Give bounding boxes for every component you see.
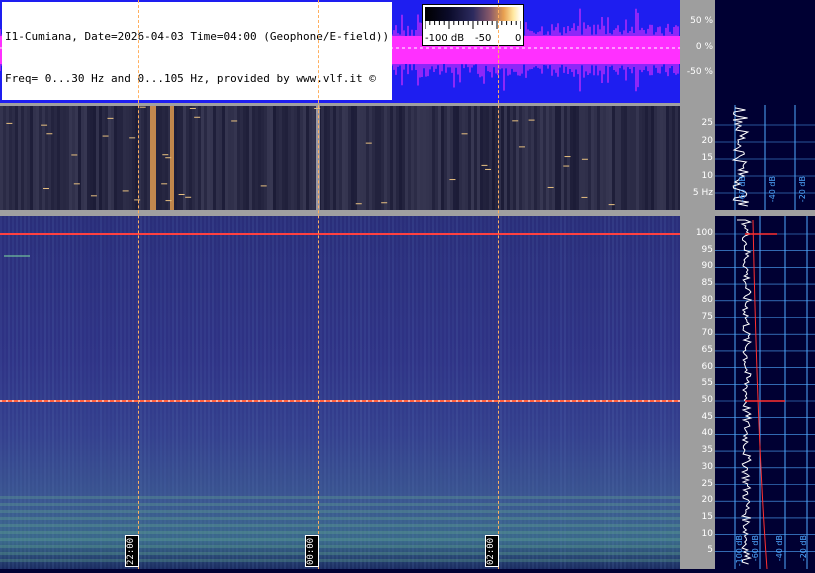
colorbar-gradient [425,7,521,21]
lower-freq-tick: 75 [701,311,713,322]
spectrogram-upper-image [0,106,680,210]
db-scale-label: -40 dB [768,176,777,203]
lower-freq-tick: 65 [701,344,713,355]
lower-freq-tick: 85 [701,278,713,289]
title-line-2: Freq= 0...30 Hz and 0...105 Hz, provided… [5,72,376,85]
time-marker-line [318,0,319,569]
waveform-tick-label: -50 % [686,67,713,77]
spectrum-profile-plot [715,105,815,570]
lower-freq-tick: 45 [701,411,713,422]
lower-freq-tick: 5 [707,545,713,556]
lower-freq-tick: 70 [701,328,713,339]
waveform-tick-label: 50 % [690,16,713,26]
waveform-tick-label: 0 % [695,42,713,52]
lower-freq-tick: 25 [701,478,713,489]
lower-freq-tick: 20 [701,495,713,506]
frequency-axis: 50 % 0 % -50 % 25 20 15 10 5 Hz 100 95 90 8… [680,0,715,569]
db-scale-label: -60 dB [738,176,747,203]
colorbar-legend: -100 dB -50 0 [422,4,524,46]
spectrogram-upper [0,106,680,210]
db-scale-label: -20 dB [799,535,808,562]
lower-freq-tick: 40 [701,428,713,439]
title-line-1: I1-Cumiana, Date=2026-04-03 Time=04:00 (… [5,30,390,43]
lower-freq-tick: 95 [701,244,713,255]
time-marker-line [498,0,499,569]
colorbar-max-label: 0 [515,33,522,44]
lower-freq-tick: 55 [701,378,713,389]
time-marker-line [138,0,139,569]
colorbar-mid-label: -50 [475,33,492,44]
time-label: 00:00 [305,535,319,567]
spectrogram-lower [0,216,680,569]
db-scale-label: -60 dB [751,535,760,562]
plot-title: I1-Cumiana, Date=2026-04-03 Time=04:00 (… [2,2,393,100]
colorbar-min-label: -100 dB [425,33,465,44]
time-label: 02:00 [485,535,499,567]
upper-freq-tick: 20 [701,136,713,146]
lower-freq-tick: 50 [701,395,713,405]
lower-freq-tick: 30 [701,461,713,472]
time-label: 22:00 [125,535,139,567]
lower-freq-tick: 90 [701,261,713,272]
spectrum-profile-panel: -60 dB -40 dB -20 dB -100 dB -60 dB -40 … [715,0,815,570]
lower-freq-tick: 100 [695,228,713,238]
lower-freq-tick: 35 [701,445,713,456]
db-scale-label: -100 dB [735,535,744,567]
colorbar-ticks [425,21,521,29]
spectrogram-lower-image [0,216,680,569]
db-scale-label: -20 dB [798,176,807,203]
upper-freq-tick: 10 [701,171,713,181]
upper-freq-tick: 5 Hz [692,188,713,198]
lower-freq-tick: 15 [701,511,713,522]
lower-freq-tick: 10 [701,528,713,539]
db-scale-label: -40 dB [775,535,784,562]
lower-freq-tick: 80 [701,294,713,305]
upper-freq-tick: 25 [701,118,713,128]
upper-freq-tick: 15 [701,153,713,163]
lower-freq-tick: 60 [701,361,713,372]
